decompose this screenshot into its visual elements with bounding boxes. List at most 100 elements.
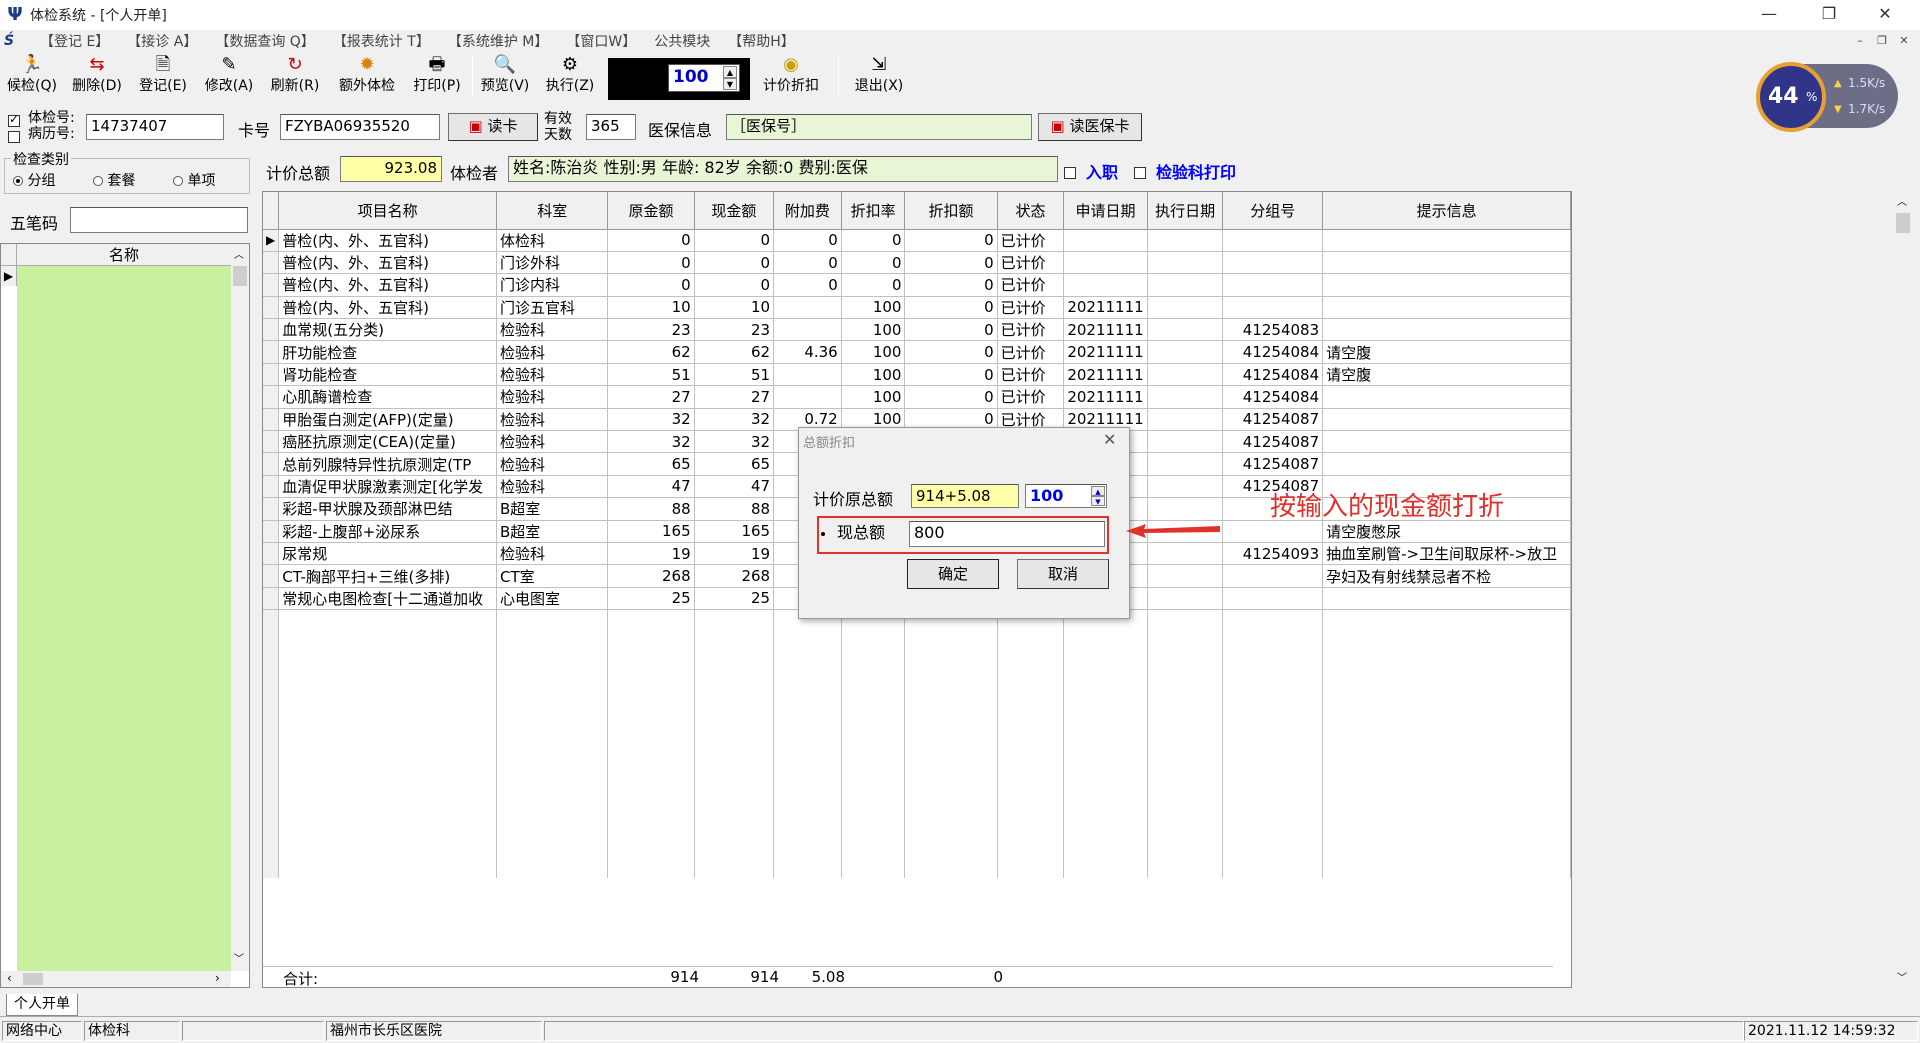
row-indicator[interactable]	[263, 296, 280, 320]
cell-exec-date[interactable]	[1147, 475, 1224, 499]
table-row[interactable]: 血常规(五分类) 检验科 23 23 100 0 已计价 20211111 41254083	[263, 318, 1571, 342]
col-header-apply-date[interactable]: 申请日期	[1063, 192, 1148, 230]
cell-apply-date[interactable]: 20211111	[1063, 385, 1148, 409]
cell-discount-rate[interactable]: 100	[841, 363, 906, 387]
cell-dept[interactable]: 门诊内科	[496, 273, 609, 297]
col-header-cur-amount[interactable]: 现金额	[694, 192, 775, 230]
cell-hint[interactable]: 请空腹憋尿	[1322, 520, 1571, 543]
cell-orig-amount[interactable]: 65	[607, 452, 695, 476]
cell-orig-amount[interactable]: 47	[607, 475, 695, 499]
cell-orig-amount[interactable]: 19	[607, 542, 695, 566]
col-header-extra-fee[interactable]: 附加费	[773, 192, 842, 230]
cell-hint[interactable]	[1322, 318, 1571, 342]
row-indicator[interactable]	[263, 385, 280, 409]
cell-cur-amount[interactable]: 23	[694, 318, 775, 342]
cell-orig-amount[interactable]: 0	[607, 251, 695, 275]
col-header-group-no[interactable]: 分组号	[1222, 192, 1324, 230]
cell-hint[interactable]: 孕妇及有射线禁忌者不检	[1322, 564, 1571, 588]
cell-item-name[interactable]: 彩超-甲状腺及颈部淋巴结	[278, 497, 498, 521]
cell-group-no[interactable]: 41254083	[1222, 318, 1324, 342]
cell-extra-fee[interactable]	[773, 318, 842, 342]
cell-extra-fee[interactable]: 4.36	[773, 340, 842, 364]
cell-status[interactable]: 已计价	[997, 340, 1065, 364]
cell-cur-amount[interactable]: 0	[694, 273, 775, 297]
row-indicator[interactable]	[263, 564, 280, 588]
cell-apply-date[interactable]	[1063, 229, 1148, 252]
grid-scroll-thumb[interactable]	[1896, 213, 1910, 233]
menu-help[interactable]: 【帮助H】	[728, 31, 795, 51]
cell-orig-amount[interactable]: 27	[607, 385, 695, 409]
cell-item-name[interactable]: 尿常规	[278, 542, 498, 566]
cell-dept[interactable]: 检验科	[496, 408, 609, 432]
table-row[interactable]: 肝功能检查 检验科 62 62 4.36 100 0 已计价 20211111 41254084 请…	[263, 340, 1571, 364]
cell-item-name[interactable]: 彩超-上腹部+泌尿系	[278, 520, 498, 543]
cell-item-name[interactable]: 癌胚抗原测定(CEA)(定量)	[278, 430, 498, 454]
cell-dept[interactable]: 检验科	[496, 475, 609, 499]
execute-button[interactable]: ⚙ 执行(Z)	[540, 54, 600, 100]
cell-exec-date[interactable]	[1147, 363, 1224, 387]
row-indicator[interactable]	[263, 408, 280, 432]
delete-button[interactable]: ⇆ 删除(D)	[68, 54, 126, 100]
spinner-up-icon[interactable]: ▲	[723, 66, 737, 78]
cell-orig-amount[interactable]: 0	[607, 273, 695, 297]
cell-dept[interactable]: 心电图室	[496, 587, 609, 611]
table-row[interactable]: 普检(内、外、五官科) 门诊五官科 10 10 100 0 已计价 20211111	[263, 296, 1571, 320]
category-single-radio[interactable]: 单项	[173, 170, 215, 190]
cell-discount-rate[interactable]: 0	[841, 273, 906, 297]
cell-item-name[interactable]: 普检(内、外、五官科)	[278, 273, 498, 297]
cell-item-name[interactable]: 总前列腺特异性抗原测定(TP	[278, 452, 498, 476]
cell-dept[interactable]: 检验科	[496, 363, 609, 387]
cell-cur-amount[interactable]: 65	[694, 452, 775, 476]
cell-discount-rate[interactable]: 0	[841, 229, 906, 252]
list-hscrollbar[interactable]: ‹ ›	[1, 971, 231, 987]
discount-rate-spinner[interactable]: 100 ▲ ▼	[1025, 484, 1107, 508]
cell-group-no[interactable]: 41254087	[1222, 430, 1324, 454]
row-indicator[interactable]	[263, 587, 280, 611]
cell-exec-date[interactable]	[1147, 229, 1224, 252]
col-header-dept[interactable]: 科室	[496, 192, 609, 230]
cell-exec-date[interactable]	[1147, 273, 1224, 297]
cell-dept[interactable]: 检验科	[496, 385, 609, 409]
current-total-input[interactable]: 800	[909, 521, 1105, 547]
cell-hint[interactable]	[1322, 273, 1571, 297]
col-header-discount-rate[interactable]: 折扣率	[841, 192, 906, 230]
tab-personal-order[interactable]: 个人开单	[6, 994, 78, 1016]
register-button[interactable]: 🗎 登记(E)	[134, 54, 192, 100]
table-row[interactable]: 肾功能检查 检验科 51 51 100 0 已计价 20211111 41254084 请空腹	[263, 363, 1571, 387]
preview-button[interactable]: 🔍 预览(V)	[476, 54, 534, 100]
cell-hint[interactable]	[1322, 408, 1571, 432]
cell-hint[interactable]	[1322, 587, 1571, 611]
cell-dept[interactable]: B超室	[496, 520, 609, 543]
cell-cur-amount[interactable]: 25	[694, 587, 775, 611]
scroll-down-icon[interactable]: ﹀	[1897, 969, 1907, 984]
read-insurance-card-button[interactable]: ▣ 读医保卡	[1038, 113, 1142, 141]
menu-public[interactable]: 公共模块	[654, 31, 710, 51]
card-no-input[interactable]: FZYBA06935520	[280, 114, 440, 140]
scroll-right-icon[interactable]: ›	[215, 971, 220, 985]
exam-no-input[interactable]: 14737407	[86, 114, 224, 140]
cell-apply-date[interactable]: 20211111	[1063, 318, 1148, 342]
cell-orig-amount[interactable]: 0	[607, 229, 695, 252]
cell-dept[interactable]: 体检科	[496, 229, 609, 252]
wubi-input[interactable]	[70, 207, 248, 233]
cell-cur-amount[interactable]: 10	[694, 296, 775, 320]
cell-group-no[interactable]	[1222, 251, 1324, 275]
cell-cur-amount[interactable]: 165	[694, 520, 775, 543]
cell-extra-fee[interactable]	[773, 363, 842, 387]
cell-status[interactable]: 已计价	[997, 363, 1065, 387]
cell-orig-amount[interactable]: 10	[607, 296, 695, 320]
cell-item-name[interactable]: 血常规(五分类)	[278, 318, 498, 342]
mdi-minimize-button[interactable]: –	[1851, 33, 1869, 49]
ok-button[interactable]: 确定	[907, 559, 999, 589]
cell-hint[interactable]: 请空腹	[1322, 363, 1571, 387]
scroll-left-icon[interactable]: ‹	[7, 971, 12, 985]
cell-exec-date[interactable]	[1147, 385, 1224, 409]
row-indicator[interactable]	[263, 340, 280, 364]
cell-orig-amount[interactable]: 51	[607, 363, 695, 387]
cell-dept[interactable]: 门诊五官科	[496, 296, 609, 320]
cell-dept[interactable]: 检验科	[496, 542, 609, 566]
cell-item-name[interactable]: 甲胎蛋白测定(AFP)(定量)	[278, 408, 498, 432]
cell-discount-amount[interactable]: 0	[904, 385, 998, 409]
cell-discount-amount[interactable]: 0	[904, 363, 998, 387]
cell-cur-amount[interactable]: 19	[694, 542, 775, 566]
